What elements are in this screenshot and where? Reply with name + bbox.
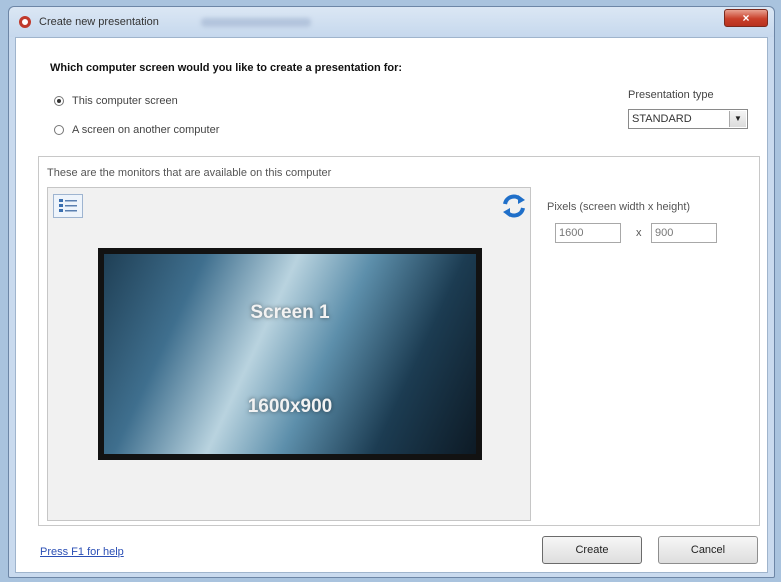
monitor-screen-display: Screen 1 1600x900 — [104, 254, 476, 454]
window-title: Create new presentation — [39, 16, 159, 28]
pixels-separator: x — [636, 227, 642, 239]
cancel-button[interactable]: Cancel — [658, 536, 758, 564]
radio-label: This computer screen — [72, 95, 178, 107]
title-redacted-area — [201, 18, 311, 27]
radio-button-checked[interactable] — [54, 96, 64, 106]
radio-another-computer[interactable]: A screen on another computer — [54, 124, 219, 136]
screen-name: Screen 1 — [250, 302, 330, 323]
monitor-preview-panel: Screen 1 1600x900 — [47, 187, 531, 521]
monitors-label: These are the monitors that are availabl… — [47, 167, 332, 179]
create-presentation-dialog: Create new presentation × Which computer… — [8, 6, 775, 578]
monitor-screen-1[interactable]: Screen 1 1600x900 — [98, 248, 482, 460]
refresh-icon[interactable] — [500, 192, 528, 220]
close-button[interactable]: × — [724, 9, 768, 27]
title-bar[interactable]: Create new presentation × — [9, 7, 774, 37]
radio-label: A screen on another computer — [72, 124, 220, 136]
radio-button[interactable] — [54, 125, 64, 135]
presentation-type-label: Presentation type — [628, 89, 714, 101]
screen-resolution: 1600x900 — [247, 396, 333, 417]
width-field[interactable]: 1600 — [555, 223, 621, 243]
app-icon — [19, 16, 31, 28]
create-button[interactable]: Create — [542, 536, 642, 564]
list-view-icon[interactable] — [53, 194, 83, 218]
pixels-label: Pixels (screen width x height) — [547, 201, 691, 213]
presentation-type-select[interactable]: STANDARD ▼ — [628, 109, 748, 129]
help-link[interactable]: Press F1 for help — [40, 546, 124, 558]
height-field[interactable]: 900 — [651, 223, 717, 243]
monitors-group: These are the monitors that are availabl… — [38, 156, 760, 526]
radio-this-computer[interactable]: This computer screen — [54, 95, 178, 107]
dropdown-arrow-icon[interactable]: ▼ — [729, 111, 746, 127]
dialog-content: Which computer screen would you like to … — [15, 37, 768, 573]
screen-question: Which computer screen would you like to … — [50, 62, 403, 74]
presentation-type-value: STANDARD — [632, 113, 692, 125]
